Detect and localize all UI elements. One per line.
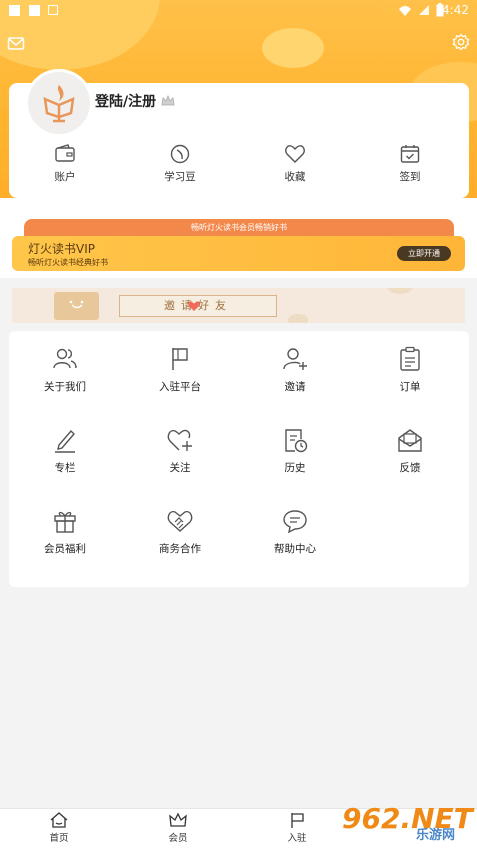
status-time: 4:42 — [442, 3, 469, 17]
menu-item-label: 反馈 — [399, 462, 421, 474]
quick-action-beans[interactable]: 学习豆 — [130, 143, 230, 184]
menu-item-history[interactable]: 历史 — [245, 426, 345, 475]
quick-action-favorites[interactable]: 收藏 — [245, 143, 345, 184]
menu-item-label: 入驻平台 — [159, 381, 201, 393]
quick-action-checkin[interactable]: 签到 — [360, 143, 460, 184]
watermark-subtext: 乐游网 — [416, 828, 456, 843]
chat-icon — [283, 510, 307, 534]
avatar[interactable] — [25, 69, 93, 137]
login-register-link[interactable]: 登陆/注册 — [95, 91, 156, 111]
menu-item-orders[interactable]: 订单 — [360, 345, 460, 394]
menu-item-label: 专栏 — [54, 462, 76, 474]
notification-icon — [48, 5, 58, 15]
vip-card[interactable]: 灯火读书VIP 畅听灯火读书经典好书 立即开通 — [12, 236, 465, 271]
wallet-icon — [55, 144, 75, 162]
pencil-icon — [55, 429, 75, 453]
settings-icon[interactable] — [452, 33, 470, 51]
decor-blob — [262, 28, 324, 68]
nav-home[interactable]: 首页 — [29, 812, 89, 844]
menu-item-label: 关于我们 — [44, 381, 86, 393]
signal-icon — [419, 5, 429, 15]
mail-icon — [398, 429, 422, 452]
quick-action-label: 签到 — [399, 171, 421, 183]
menu-item-label: 会员福利 — [44, 543, 86, 555]
nav-label: 入驻 — [287, 833, 307, 844]
home-icon — [50, 812, 68, 828]
smile-icon — [69, 300, 84, 309]
torch-logo-icon — [43, 85, 75, 123]
menu-item-label: 帮助中心 — [274, 543, 316, 555]
menu-item-join-platform[interactable]: 入驻平台 — [130, 345, 230, 394]
heart-icon — [285, 145, 305, 163]
menu-item-business-cooperation[interactable]: 商务合作 — [130, 507, 230, 556]
clipboard-icon — [400, 346, 420, 371]
history-icon — [285, 429, 308, 453]
gift-icon — [54, 511, 76, 533]
profile-card: 登陆/注册 账户 学习豆 收藏 签到 — [9, 69, 469, 198]
menu-item-feedback[interactable]: 反馈 — [360, 426, 460, 475]
menu-item-about-us[interactable]: 关于我们 — [15, 345, 115, 394]
menu-item-invite[interactable]: 邀请 — [245, 345, 345, 394]
decor-cloud — [388, 288, 412, 294]
menu-item-follow[interactable]: 关注 — [130, 426, 230, 475]
nav-label: 会员 — [168, 833, 188, 844]
message-icon[interactable] — [7, 35, 25, 53]
menu-item-label: 历史 — [284, 462, 306, 474]
quick-action-label: 学习豆 — [164, 171, 196, 183]
crown-icon — [169, 812, 187, 827]
flag-icon — [172, 348, 188, 370]
wifi-icon — [399, 6, 411, 16]
menu-item-label: 商务合作 — [159, 543, 201, 555]
nav-label: 首页 — [49, 833, 69, 844]
quick-action-label: 收藏 — [284, 171, 306, 183]
nav-join[interactable]: 入驻 — [267, 812, 327, 844]
menu-item-label: 邀请 — [284, 381, 306, 393]
menu-item-member-benefits[interactable]: 会员福利 — [15, 507, 115, 556]
nav-member[interactable]: 会员 — [148, 812, 208, 844]
menu-item-label: 订单 — [399, 381, 421, 393]
heart-plus-icon — [167, 429, 192, 451]
quick-action-account[interactable]: 账户 — [15, 143, 115, 184]
bean-icon — [170, 144, 190, 164]
menu-item-column[interactable]: 专栏 — [15, 426, 115, 475]
vip-title: 灯火读书VIP — [28, 242, 95, 256]
service-menu: 关于我们 入驻平台 邀请 订单 专栏 关注 历史 反馈 会员福利 商务合作 帮助… — [9, 331, 469, 587]
menu-item-help-center[interactable]: 帮助中心 — [245, 507, 345, 556]
heart-icon — [188, 301, 200, 311]
open-vip-button[interactable]: 立即开通 — [397, 246, 451, 261]
quick-action-label: 账户 — [54, 171, 76, 183]
calendar-check-icon — [400, 145, 420, 163]
notification-icon — [29, 5, 40, 16]
vip-subtitle: 畅听灯火读书经典好书 — [28, 258, 108, 267]
vip-promo-strip: 畅听灯火读书会员畅销好书 — [24, 219, 454, 237]
flag-icon — [291, 813, 304, 828]
site-watermark: 962.NET 乐游网 — [338, 802, 474, 846]
decor-cloud — [288, 314, 308, 323]
user-plus-icon — [283, 348, 307, 370]
vip-badge-icon — [161, 95, 175, 106]
menu-item-label: 关注 — [169, 462, 191, 474]
notification-icon — [9, 5, 20, 16]
invite-friends-banner[interactable]: 邀请好友 — [12, 288, 465, 323]
users-icon — [53, 348, 77, 369]
handshake-icon — [167, 510, 193, 532]
status-bar: 4:42 — [0, 0, 477, 22]
